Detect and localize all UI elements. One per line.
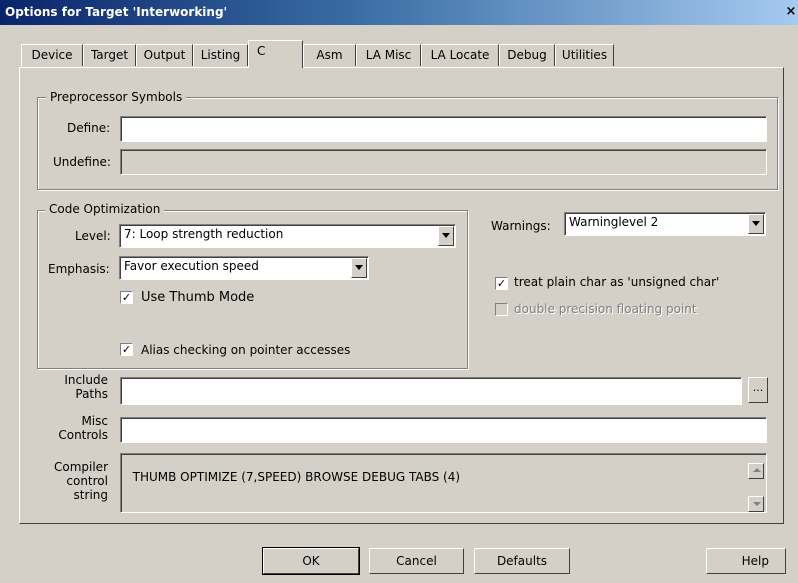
alias-checking-label: Alias checking on pointer accesses [141,343,351,357]
compiler-control-textarea: THUMB OPTIMIZE (7,SPEED) BROWSE DEBUG TA… [120,453,767,513]
compiler-control-label-line1: Compiler [53,460,108,474]
thumb-mode-checkbox[interactable]: ✓ [120,291,133,304]
tab-device[interactable]: Device [21,44,83,66]
defaults-button[interactable]: Defaults [474,548,570,574]
level-label: Level: [75,229,111,243]
double-precision-label: double precision floating point [514,302,697,316]
window-title: Options for Target 'Interworking' [5,5,228,19]
undefine-input [120,149,767,175]
include-paths-label-line1: Include [64,373,108,387]
emphasis-label: Emphasis: [48,262,110,276]
include-paths-label-line2: Paths [75,387,108,401]
cancel-button[interactable]: Cancel [369,548,464,574]
scroll-down-icon[interactable] [748,496,764,512]
scroll-up-icon[interactable] [748,463,764,479]
preprocessor-legend: Preprocessor Symbols [46,90,187,104]
define-label: Define: [67,121,111,135]
compiler-control-label: Compiler control string [52,460,108,502]
compiler-control-value: THUMB OPTIMIZE (7,SPEED) BROWSE DEBUG TA… [132,470,461,484]
unsigned-char-label: treat plain char as 'unsigned char' [514,275,720,289]
warnings-select-value: Warninglevel 2 [569,215,659,229]
chevron-down-icon[interactable] [748,214,764,234]
unsigned-char-checkbox[interactable]: ✓ [495,277,508,290]
warnings-select[interactable]: Warninglevel 2 [564,212,766,236]
misc-controls-label-line2: Controls [58,428,108,442]
tab-output[interactable]: Output [136,44,193,66]
tab-la-misc[interactable]: LA Misc [356,44,421,66]
help-button[interactable]: Help [706,548,786,574]
tab-utilities[interactable]: Utilities [555,44,614,66]
tab-debug[interactable]: Debug [499,44,555,66]
code-optimization-legend: Code Optimization [45,202,165,216]
alias-checking-checkbox[interactable]: ✓ [120,343,133,356]
misc-controls-input[interactable] [120,417,767,443]
double-precision-checkbox [495,303,508,316]
define-input[interactable] [120,116,767,142]
tab-listing[interactable]: Listing [193,44,248,66]
misc-controls-label-line1: Misc [81,414,108,428]
level-select[interactable]: 7: Loop strength reduction [119,224,456,248]
chevron-down-icon[interactable] [438,226,454,246]
chevron-down-icon[interactable] [351,258,367,278]
include-paths-label: Include Paths [60,373,108,401]
preprocessor-group [37,97,778,190]
level-select-value: 7: Loop strength reduction [124,227,284,241]
ok-button[interactable]: OK [262,547,360,575]
thumb-mode-label: Use Thumb Mode [141,290,255,305]
tab-la-locate[interactable]: LA Locate [421,44,499,66]
close-icon[interactable]: × [784,3,798,21]
include-paths-browse-button[interactable]: ... [748,377,768,403]
compiler-control-label-line2: control [66,474,108,488]
tab-target[interactable]: Target [83,44,136,66]
emphasis-select-value: Favor execution speed [124,259,259,273]
compiler-control-label-line3: string [73,488,108,502]
misc-controls-label: Misc Controls [55,414,108,442]
tab-asm[interactable]: Asm [303,44,356,66]
include-paths-input[interactable] [120,377,742,405]
tab-c[interactable]: C [248,40,303,68]
undefine-label: Undefine: [53,155,111,169]
emphasis-select[interactable]: Favor execution speed [119,256,369,280]
warnings-label: Warnings: [491,219,551,233]
